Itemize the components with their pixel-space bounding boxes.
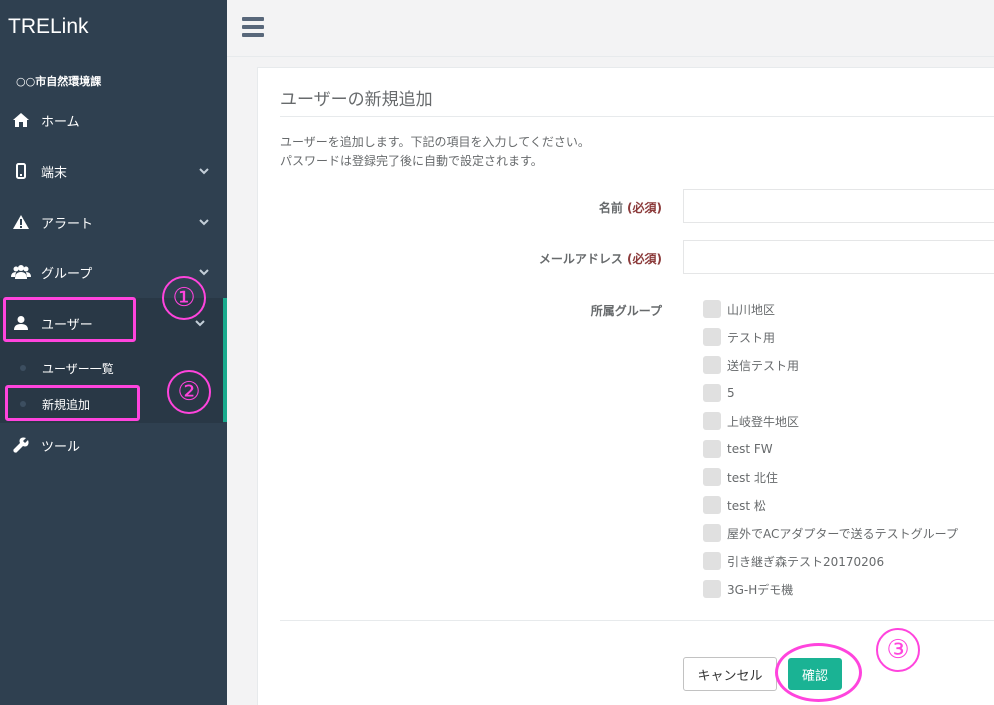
name-field-label: 名前 (必須): [498, 199, 662, 216]
sidebar-item-label: ツール: [41, 439, 81, 455]
group-checkbox-row[interactable]: 引き継ぎ森テスト20170206: [703, 551, 884, 571]
checkbox[interactable]: [703, 524, 721, 542]
checkbox-label: テスト用: [727, 330, 776, 345]
hamburger-menu-icon[interactable]: [242, 17, 264, 37]
group-checkbox-row[interactable]: 屋外でACアダプターで送るテストグループ: [703, 523, 958, 543]
chevron-down-icon: [195, 316, 205, 331]
warning-icon: [11, 212, 31, 232]
wrench-icon: [11, 435, 31, 455]
sidebar: TRELink ○○市自然環境課 ホーム 端末 アラート グループ ユーザー ユ…: [0, 0, 227, 705]
chevron-down-icon: [199, 215, 209, 230]
sidebar-item-device[interactable]: 端末: [0, 146, 227, 196]
checkbox[interactable]: [703, 384, 721, 402]
home-icon: [11, 110, 31, 130]
checkbox-label: test FW: [727, 442, 773, 456]
label-text: メールアドレス: [538, 252, 623, 266]
annotation-box-add-new: [5, 385, 140, 421]
sidebar-item-home[interactable]: ホーム: [0, 95, 227, 145]
checkbox[interactable]: [703, 580, 721, 598]
checkbox[interactable]: [703, 412, 721, 430]
group-checkbox-row[interactable]: 3G-Hデモ機: [703, 579, 793, 599]
checkbox-label: test 松: [727, 498, 766, 513]
email-input[interactable]: [683, 240, 994, 274]
annotation-ellipse-confirm: [775, 643, 862, 702]
sidebar-item-label: グループ: [41, 266, 93, 282]
checkbox[interactable]: [703, 300, 721, 318]
group-field-label: 所属グループ: [590, 304, 662, 318]
checkbox-label: 3G-Hデモ機: [727, 582, 794, 597]
brand-logo[interactable]: TRELink: [8, 15, 89, 39]
required-marker: (必須): [627, 252, 662, 266]
cancel-button[interactable]: キャンセル: [683, 657, 777, 691]
sidebar-item-label: 端末: [41, 165, 68, 181]
group-checkbox-row[interactable]: test 松: [703, 495, 766, 515]
bullet-icon: [20, 365, 26, 371]
description-line-2: パスワードは登録完了後に自動で設定されます。: [280, 154, 543, 168]
label-text: 名前: [598, 201, 623, 215]
group-checkbox-row[interactable]: 山川地区: [703, 299, 775, 319]
mobile-icon: [11, 161, 31, 181]
annotation-box-user: [3, 297, 136, 342]
divider: [280, 116, 994, 117]
group-checkbox-row[interactable]: 送信テスト用: [703, 355, 799, 375]
subitem-label: ユーザー一覧: [42, 362, 114, 376]
sidebar-item-alert[interactable]: アラート: [0, 197, 227, 247]
chevron-down-icon: [199, 164, 209, 179]
checkbox-label: 引き継ぎ森テスト20170206: [727, 554, 885, 569]
organization-name: ○○市自然環境課: [16, 75, 102, 88]
checkbox[interactable]: [703, 356, 721, 374]
checkbox-label: 上岐登牛地区: [727, 414, 800, 429]
top-bar: [227, 0, 994, 57]
annotation-number-1: ①: [162, 276, 206, 320]
sidebar-item-label: ホーム: [41, 114, 80, 130]
annotation-number-3: ③: [876, 628, 920, 672]
email-field-label: メールアドレス (必須): [498, 250, 662, 267]
description: ユーザーを追加します。下記の項目を入力してください。 パスワードは登録完了後に自…: [280, 133, 590, 171]
group-checkbox-row[interactable]: test FW: [703, 439, 773, 459]
checkbox[interactable]: [703, 496, 721, 514]
required-marker: (必須): [627, 201, 662, 215]
checkbox[interactable]: [703, 440, 721, 458]
checkbox-label: 山川地区: [727, 302, 776, 317]
page-title: ユーザーの新規追加: [280, 90, 433, 110]
add-user-panel: ユーザーの新規追加 ユーザーを追加します。下記の項目を入力してください。 パスワ…: [257, 67, 994, 705]
users-group-icon: [11, 262, 31, 282]
checkbox-label: 5: [727, 386, 735, 400]
checkbox[interactable]: [703, 328, 721, 346]
group-checkbox-row[interactable]: 5: [703, 383, 735, 403]
group-checkbox-row[interactable]: 上岐登牛地区: [703, 411, 799, 431]
checkbox-label: test 北住: [727, 470, 778, 485]
sidebar-item-label: アラート: [41, 216, 94, 232]
checkbox-label: 送信テスト用: [727, 358, 800, 373]
annotation-number-2: ②: [167, 370, 211, 414]
group-checkbox-row[interactable]: テスト用: [703, 327, 775, 347]
checkbox[interactable]: [703, 552, 721, 570]
checkbox[interactable]: [703, 468, 721, 486]
group-checkbox-row[interactable]: test 北住: [703, 467, 778, 487]
sidebar-item-tool[interactable]: ツール: [0, 420, 227, 470]
description-line-1: ユーザーを追加します。下記の項目を入力してください。: [280, 135, 590, 149]
chevron-down-icon: [199, 265, 209, 280]
divider: [280, 620, 994, 621]
checkbox-label: 屋外でACアダプターで送るテストグループ: [727, 526, 958, 541]
name-input[interactable]: [683, 189, 994, 223]
